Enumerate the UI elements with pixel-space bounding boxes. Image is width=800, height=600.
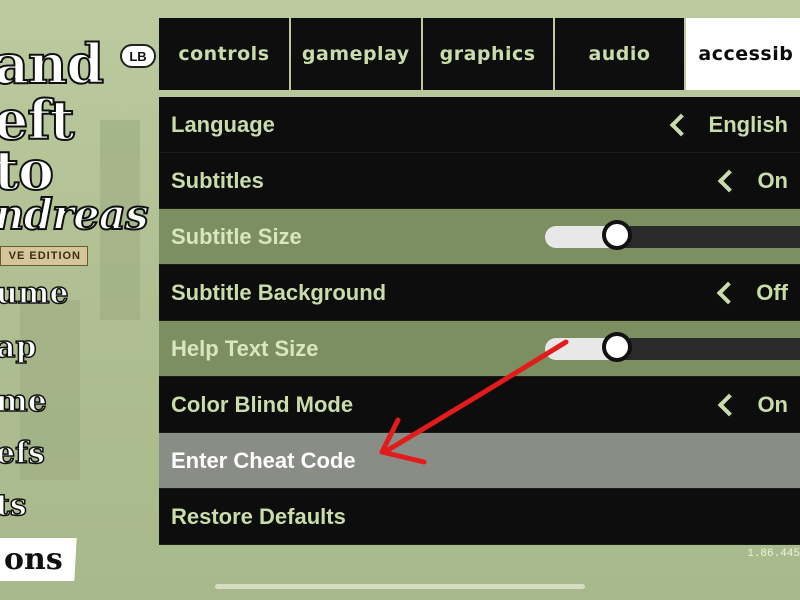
chevron-left-icon[interactable] [669, 113, 692, 137]
main-menu-item-briefs[interactable]: efs [0, 435, 46, 472]
main-menu-item-options[interactable]: ons [0, 538, 77, 581]
main-menu-item-stats[interactable]: ts [0, 487, 27, 524]
game-logo: and eft to ndreas [0, 20, 150, 250]
setting-value[interactable]: On [718, 153, 788, 209]
setting-label: Restore Defaults [171, 504, 346, 529]
home-indicator[interactable] [215, 584, 585, 589]
settings-tabs: controls gameplay graphics audio accessi… [159, 18, 800, 90]
logo-line: ndreas [0, 189, 150, 240]
main-menu-item-map[interactable]: ap [0, 329, 37, 366]
setting-value-text: On [757, 168, 788, 193]
setting-row-subtitle-size[interactable]: Subtitle Size [159, 209, 800, 265]
setting-label: Subtitles [171, 168, 264, 193]
chevron-left-icon[interactable] [718, 393, 741, 417]
setting-row-help-text-size[interactable]: Help Text Size [159, 321, 800, 377]
main-menu-item-game[interactable]: me [0, 383, 48, 420]
setting-row-subtitle-background[interactable]: Subtitle Background Off [159, 265, 800, 321]
setting-label: Language [171, 112, 275, 137]
lb-bumper-icon[interactable]: LB [120, 44, 156, 68]
chevron-left-icon[interactable] [718, 169, 741, 193]
setting-row-enter-cheat-code[interactable]: Enter Cheat Code [159, 433, 800, 489]
setting-row-subtitles[interactable]: Subtitles On [159, 153, 800, 209]
chevron-left-icon[interactable] [716, 281, 740, 305]
edition-badge: VE EDITION [0, 246, 88, 266]
tab-audio[interactable]: audio [554, 18, 685, 90]
slider-knob[interactable] [602, 332, 632, 362]
setting-row-restore-defaults[interactable]: Restore Defaults [159, 489, 800, 545]
setting-label: Color Blind Mode [171, 392, 354, 417]
setting-value-text: Off [756, 280, 788, 305]
setting-value[interactable]: English [669, 97, 788, 153]
subtitle-size-slider[interactable] [545, 220, 800, 250]
slider-track [617, 338, 800, 360]
setting-label: Subtitle Background [171, 280, 387, 305]
main-menu-item-resume[interactable]: ume [0, 275, 69, 312]
tab-controls[interactable]: controls [159, 18, 289, 90]
setting-row-language[interactable]: Language English [159, 97, 800, 153]
tab-graphics[interactable]: graphics [422, 18, 553, 90]
setting-label: Help Text Size [171, 336, 319, 361]
setting-label: Enter Cheat Code [171, 448, 356, 473]
setting-value-text: On [757, 392, 788, 417]
version-label: 1.86.445 [747, 548, 800, 560]
setting-label: Subtitle Size [171, 224, 302, 249]
tab-accessibility[interactable]: accessib [686, 18, 800, 90]
help-text-size-slider[interactable] [545, 332, 800, 362]
setting-row-color-blind-mode[interactable]: Color Blind Mode On [159, 377, 800, 433]
slider-knob[interactable] [602, 220, 632, 250]
tab-gameplay[interactable]: gameplay [290, 18, 421, 90]
slider-track [617, 226, 800, 248]
settings-panel: Language English Subtitles On Subtitle S… [159, 97, 800, 545]
setting-value[interactable]: On [718, 377, 788, 433]
logo-line: and [0, 31, 105, 97]
setting-value-text: English [708, 112, 788, 137]
setting-value[interactable]: Off [716, 265, 788, 321]
